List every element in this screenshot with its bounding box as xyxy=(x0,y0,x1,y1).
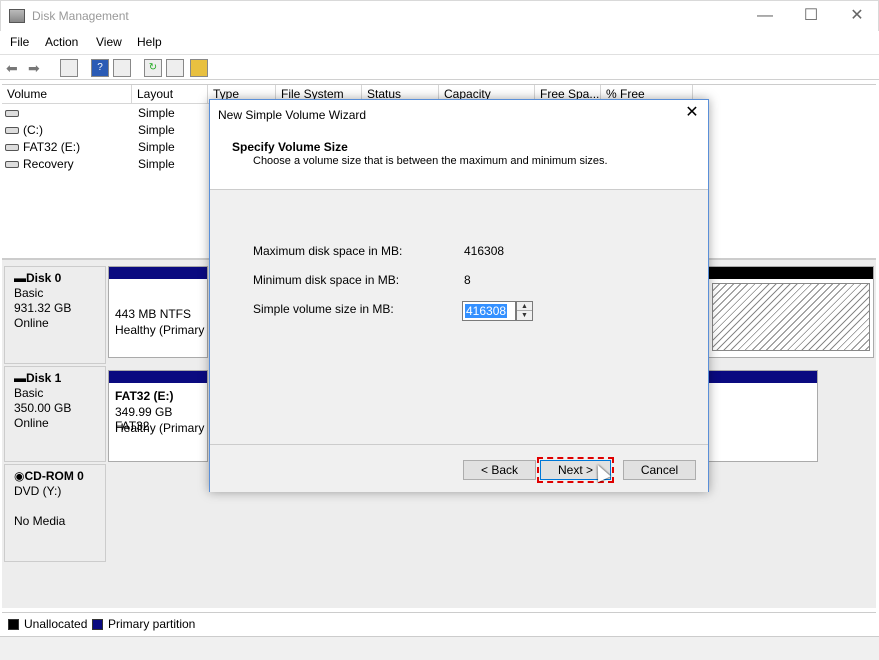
drive-icon xyxy=(5,110,19,118)
volume-size-spinner[interactable]: ▲ ▼ xyxy=(516,301,533,321)
help-icon[interactable]: ? xyxy=(91,59,109,77)
disk-1-label[interactable]: ▬Disk 1 Basic 350.00 GB Online xyxy=(4,366,106,462)
column-volume[interactable]: Volume xyxy=(2,85,132,104)
button-divider xyxy=(210,444,708,445)
cd-drive-icon: ◉ xyxy=(14,469,25,483)
spin-down-icon[interactable]: ▼ xyxy=(517,311,532,320)
rescan-icon[interactable] xyxy=(190,59,208,77)
volume-size-input[interactable]: 416308 xyxy=(462,301,516,321)
list-view-icon[interactable] xyxy=(60,59,78,77)
menu-view[interactable]: View xyxy=(96,35,122,49)
unallocated-swatch xyxy=(8,619,19,630)
wizard-body: Maximum disk space in MB: 416308 Minimum… xyxy=(210,190,708,492)
new-simple-volume-wizard: New Simple Volume Wizard ✕ Specify Volum… xyxy=(209,99,709,492)
drive-icon xyxy=(5,144,19,152)
close-button[interactable]: ✕ xyxy=(834,1,879,31)
primary-partition-swatch xyxy=(92,619,103,630)
menu-help[interactable]: Help xyxy=(137,35,162,49)
drive-icon xyxy=(5,127,19,135)
wizard-subheading: Choose a volume size that is between the… xyxy=(253,155,608,167)
disk-1-partition-extent[interactable] xyxy=(708,370,818,462)
max-space-label: Maximum disk space in MB: xyxy=(253,244,403,258)
cdrom-0-label[interactable]: ◉CD-ROM 0 DVD (Y:) No Media xyxy=(4,464,106,562)
menu-bar: File Action View Help xyxy=(0,31,879,53)
volume-row[interactable]: Recovery Simple xyxy=(5,156,211,173)
dialog-close-button[interactable]: ✕ xyxy=(682,103,702,123)
wizard-heading: Specify Volume Size xyxy=(232,140,348,154)
disk-icon: ▬ xyxy=(14,271,26,285)
cancel-button[interactable]: Cancel xyxy=(623,460,696,480)
settings-icon[interactable] xyxy=(166,59,184,77)
disk-0-label[interactable]: ▬Disk 0 Basic 931.32 GB Online xyxy=(4,266,106,364)
spin-up-icon[interactable]: ▲ xyxy=(517,302,532,311)
forward-arrow-icon[interactable]: ➡ xyxy=(28,60,40,77)
properties-icon[interactable] xyxy=(113,59,131,77)
maximize-button[interactable]: ☐ xyxy=(788,1,834,31)
menu-action[interactable]: Action xyxy=(45,35,78,49)
window-title: Disk Management xyxy=(32,9,129,23)
disk-0-unallocated[interactable] xyxy=(708,266,874,358)
min-space-value: 8 xyxy=(464,273,471,287)
disk-icon: ▬ xyxy=(14,371,26,385)
title-bar: Disk Management — ☐ ✕ xyxy=(0,0,879,31)
legend: Unallocated Primary partition xyxy=(2,612,876,634)
drive-icon xyxy=(5,161,19,169)
refresh-icon[interactable]: ↻ xyxy=(144,59,162,77)
disk-0-partition-1[interactable]: 443 MB NTFS Healthy (Primary P xyxy=(108,266,208,358)
max-space-value: 416308 xyxy=(464,244,505,258)
volume-size-label: Simple volume size in MB: xyxy=(253,302,394,316)
back-arrow-icon[interactable]: ⬅ xyxy=(6,60,18,77)
disk-management-icon xyxy=(9,9,25,23)
minimize-button[interactable]: — xyxy=(742,1,788,31)
back-button[interactable]: < Back xyxy=(463,460,536,480)
toolbar: ⬅ ➡ ? ↻ xyxy=(0,54,879,80)
dialog-title: New Simple Volume Wizard xyxy=(218,108,367,122)
status-bar xyxy=(0,636,879,660)
volume-row[interactable]: Simple xyxy=(5,105,211,122)
wizard-header: Specify Volume Size Choose a volume size… xyxy=(210,130,708,190)
disk-1-partition-1[interactable]: FAT32 (E:) 349.99 GB FAT32 Healthy (Prim… xyxy=(108,370,208,462)
column-layout[interactable]: Layout xyxy=(132,85,208,104)
menu-file[interactable]: File xyxy=(10,35,29,49)
volume-row[interactable]: FAT32 (E:) Simple xyxy=(5,139,211,156)
volume-row[interactable]: (C:) Simple xyxy=(5,122,211,139)
min-space-label: Minimum disk space in MB: xyxy=(253,273,400,287)
